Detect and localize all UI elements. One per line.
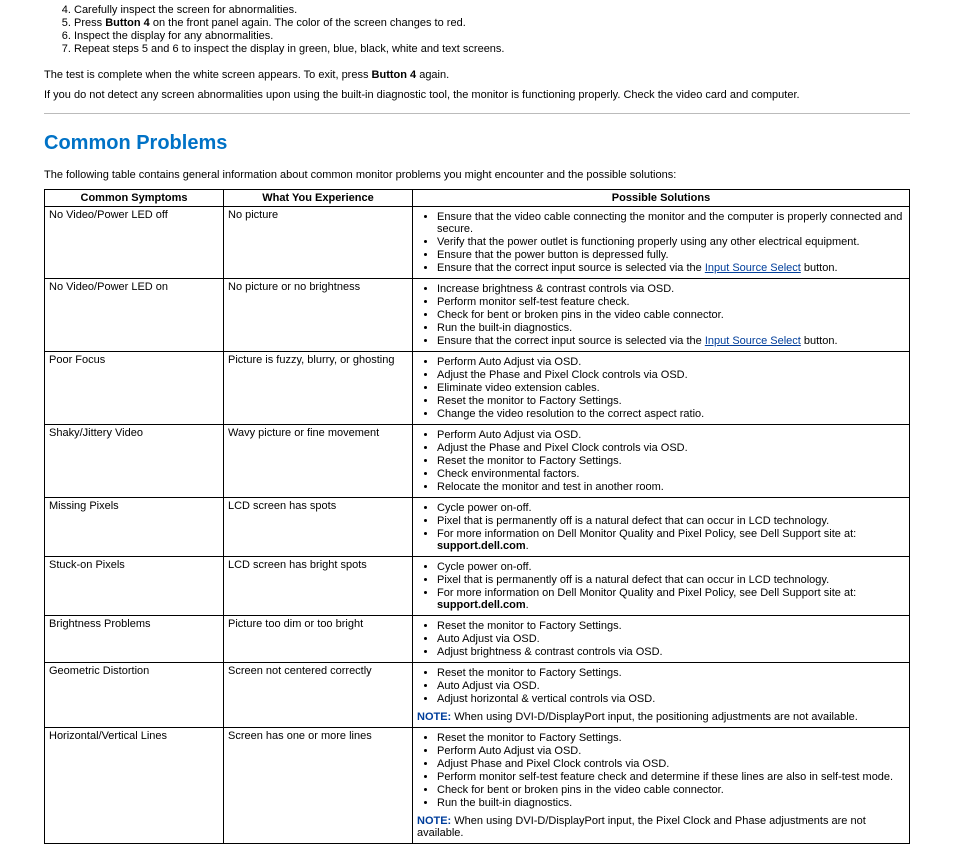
table-row: No Video/Power LED on No picture or no b… [45,279,910,352]
list-item: Perform Auto Adjust via OSD. [437,745,905,757]
cell-solutions: Reset the monitor to Factory Settings. P… [413,728,910,844]
cell-solutions: Increase brightness & contrast controls … [413,279,910,352]
cell-symptom: Geometric Distortion [45,663,224,728]
cell-solutions: Cycle power on-off. Pixel that is perman… [413,498,910,557]
list-item: Check environmental factors. [437,468,905,480]
support-site: support.dell.com [437,540,526,552]
cell-symptom: Stuck-on Pixels [45,557,224,616]
cell-experience: Wavy picture or fine movement [224,425,413,498]
cell-experience: No picture or no brightness [224,279,413,352]
intro-text: The following table contains general inf… [44,169,910,181]
cell-symptom: No Video/Power LED on [45,279,224,352]
th-symptoms: Common Symptoms [45,190,224,207]
cell-solutions: Ensure that the video cable connecting t… [413,207,910,279]
cell-symptom: Shaky/Jittery Video [45,425,224,498]
list-item: Pixel that is permanently off is a natur… [437,574,905,586]
cell-symptom: No Video/Power LED off [45,207,224,279]
step-7: Repeat steps 5 and 6 to inspect the disp… [74,43,910,55]
step-6: Inspect the display for any abnormalitie… [74,30,910,42]
support-site: support.dell.com [437,599,526,611]
table-row: Geometric Distortion Screen not centered… [45,663,910,728]
cell-solutions: Reset the monitor to Factory Settings. A… [413,616,910,663]
list-item: Check for bent or broken pins in the vid… [437,309,905,321]
list-item: Reset the monitor to Factory Settings. [437,667,905,679]
list-item: Reset the monitor to Factory Settings. [437,732,905,744]
list-item: For more information on Dell Monitor Qua… [437,587,905,611]
list-item: Ensure that the correct input source is … [437,262,905,274]
list-item: Reset the monitor to Factory Settings. [437,395,905,407]
note: NOTE: When using DVI-D/DisplayPort input… [417,815,905,839]
cell-experience: LCD screen has spots [224,498,413,557]
list-item: Run the built-in diagnostics. [437,797,905,809]
list-item: Auto Adjust via OSD. [437,680,905,692]
section-heading: Common Problems [44,132,910,155]
note: NOTE: When using DVI-D/DisplayPort input… [417,711,905,723]
cell-solutions: Perform Auto Adjust via OSD. Adjust the … [413,352,910,425]
table-row: Shaky/Jittery Video Wavy picture or fine… [45,425,910,498]
cell-symptom: Missing Pixels [45,498,224,557]
cell-symptom: Horizontal/Vertical Lines [45,728,224,844]
list-item: Pixel that is permanently off is a natur… [437,515,905,527]
list-item: Cycle power on-off. [437,561,905,573]
th-experience: What You Experience [224,190,413,207]
input-source-link[interactable]: Input Source Select [705,262,801,274]
list-item: Run the built-in diagnostics. [437,322,905,334]
test-complete-text: The test is complete when the white scre… [44,69,910,81]
list-item: Verify that the power outlet is function… [437,236,905,248]
list-item: Reset the monitor to Factory Settings. [437,455,905,467]
cell-symptom: Brightness Problems [45,616,224,663]
cell-experience: Picture too dim or too bright [224,616,413,663]
cell-solutions: Perform Auto Adjust via OSD. Adjust the … [413,425,910,498]
list-item: Perform Auto Adjust via OSD. [437,356,905,368]
list-item: Adjust brightness & contrast controls vi… [437,646,905,658]
list-item: Ensure that the power button is depresse… [437,249,905,261]
problems-table: Common Symptoms What You Experience Poss… [44,189,910,844]
list-item: Adjust Phase and Pixel Clock controls vi… [437,758,905,770]
list-item: Ensure that the correct input source is … [437,335,905,347]
list-item: Ensure that the video cable connecting t… [437,211,905,235]
cell-experience: No picture [224,207,413,279]
list-item: Check for bent or broken pins in the vid… [437,784,905,796]
cell-solutions: Reset the monitor to Factory Settings. A… [413,663,910,728]
table-row: Brightness Problems Picture too dim or t… [45,616,910,663]
list-item: Perform monitor self-test feature check … [437,771,905,783]
list-item: Increase brightness & contrast controls … [437,283,905,295]
table-row: Stuck-on Pixels LCD screen has bright sp… [45,557,910,616]
step-5: Press Button 4 on the front panel again.… [74,17,910,29]
table-row: Horizontal/Vertical Lines Screen has one… [45,728,910,844]
cell-solutions: Cycle power on-off. Pixel that is perman… [413,557,910,616]
list-item: Perform monitor self-test feature check. [437,296,905,308]
input-source-link[interactable]: Input Source Select [705,335,801,347]
table-row: Poor Focus Picture is fuzzy, blurry, or … [45,352,910,425]
list-item: Change the video resolution to the corre… [437,408,905,420]
th-solutions: Possible Solutions [413,190,910,207]
steps-list: Carefully inspect the screen for abnorma… [44,4,910,55]
list-item: Perform Auto Adjust via OSD. [437,429,905,441]
step-4: Carefully inspect the screen for abnorma… [74,4,910,16]
cell-experience: Screen not centered correctly [224,663,413,728]
list-item: For more information on Dell Monitor Qua… [437,528,905,552]
cell-experience: Picture is fuzzy, blurry, or ghosting [224,352,413,425]
list-item: Adjust the Phase and Pixel Clock control… [437,442,905,454]
list-item: Relocate the monitor and test in another… [437,481,905,493]
cell-experience: Screen has one or more lines [224,728,413,844]
cell-experience: LCD screen has bright spots [224,557,413,616]
table-row: Missing Pixels LCD screen has spots Cycl… [45,498,910,557]
table-header-row: Common Symptoms What You Experience Poss… [45,190,910,207]
list-item: Adjust horizontal & vertical controls vi… [437,693,905,705]
list-item: Adjust the Phase and Pixel Clock control… [437,369,905,381]
list-item: Reset the monitor to Factory Settings. [437,620,905,632]
list-item: Cycle power on-off. [437,502,905,514]
detect-text: If you do not detect any screen abnormal… [44,89,910,101]
list-item: Eliminate video extension cables. [437,382,905,394]
divider [44,113,910,114]
table-row: No Video/Power LED off No picture Ensure… [45,207,910,279]
cell-symptom: Poor Focus [45,352,224,425]
list-item: Auto Adjust via OSD. [437,633,905,645]
